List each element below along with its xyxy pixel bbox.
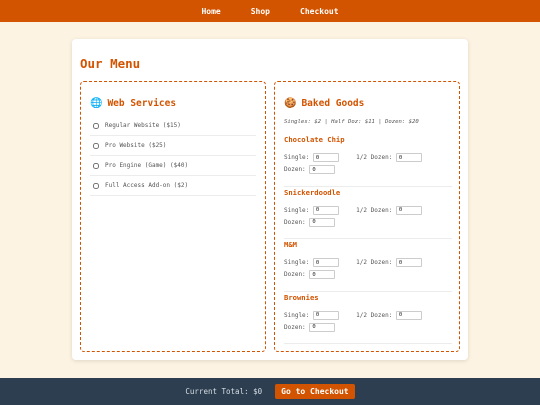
single-quantity-input[interactable]: [312, 258, 339, 267]
single-quantity-input[interactable]: [312, 153, 339, 162]
single-quantity-input[interactable]: [312, 205, 339, 215]
web-services-list: Regular Website ($15) Pro Website ($25) …: [90, 116, 256, 196]
dozen-label: Dozen:: [284, 271, 306, 278]
nav-home-link[interactable]: Home: [186, 7, 235, 16]
dozen-quantity-input[interactable]: [309, 270, 336, 279]
dozen-label: Dozen:: [284, 323, 306, 331]
half-dozen-label: 1/2 Dozen:: [356, 259, 393, 266]
product-chocolate-chip: Chocolate Chip Single: 1/2 Dozen: Dozen:: [284, 134, 452, 187]
quantity-row: Single: 1/2 Dozen: Dozen:: [284, 257, 452, 281]
checkout-bar: Current Total: $0 Go to Checkout: [0, 378, 540, 405]
product-list: Chocolate Chip Single: 1/2 Dozen: Dozen:…: [284, 134, 452, 344]
web-services-panel: 🌐 Web Services Regular Website ($15) Pro…: [80, 81, 266, 352]
go-to-checkout-button[interactable]: Go to Checkout: [275, 384, 355, 399]
single-label: Single:: [284, 259, 310, 266]
dozen-quantity-input[interactable]: [309, 165, 336, 174]
web-services-title: Web Services: [107, 98, 177, 109]
dozen-label: Dozen:: [284, 166, 306, 173]
quantity-row: Single: 1/2 Dozen: Dozen:: [284, 310, 452, 334]
quantity-row: Single: 1/2 Dozen: Dozen:: [284, 152, 452, 176]
service-label: Full Access Add-on ($2): [105, 182, 189, 189]
half-dozen-quantity-input[interactable]: [395, 205, 422, 215]
half-dozen-label: 1/2 Dozen:: [356, 206, 393, 214]
globe-icon: 🌐: [90, 97, 103, 109]
web-services-heading: 🌐 Web Services: [90, 98, 176, 109]
single-label: Single:: [284, 206, 310, 214]
price-list: Singles: $2 | Half Doz: $11 | Dozen: $20: [284, 119, 419, 125]
service-checkbox[interactable]: [93, 162, 99, 169]
half-dozen-quantity-input[interactable]: [395, 258, 422, 267]
baked-goods-panel: 🍪 Baked Goods Singles: $2 | Half Doz: $1…: [274, 81, 460, 352]
product-name: M&M: [284, 240, 297, 249]
service-item-pro-website[interactable]: Pro Website ($25): [90, 136, 256, 156]
service-checkbox[interactable]: [93, 122, 99, 129]
product-snickerdoodle: Snickerdoodle Single: 1/2 Dozen: Dozen:: [284, 187, 452, 239]
half-dozen-quantity-input[interactable]: [395, 310, 422, 320]
product-mm: M&M Single: 1/2 Dozen: Dozen:: [284, 239, 452, 292]
nav-checkout-link[interactable]: Checkout: [285, 7, 354, 16]
service-label: Regular Website ($15): [105, 122, 181, 129]
product-name: Brownies: [284, 292, 319, 302]
quantity-row: Single: 1/2 Dozen: Dozen:: [284, 205, 452, 229]
service-checkbox[interactable]: [93, 182, 99, 189]
half-dozen-label: 1/2 Dozen:: [356, 311, 393, 319]
product-name: Chocolate Chip: [284, 135, 345, 144]
single-quantity-input[interactable]: [312, 310, 339, 320]
dozen-quantity-input[interactable]: [309, 217, 336, 227]
dozen-quantity-input[interactable]: [309, 322, 336, 332]
product-name: Snickerdoodle: [284, 187, 341, 197]
service-item-full-access-addon[interactable]: Full Access Add-on ($2): [90, 176, 256, 196]
service-checkbox[interactable]: [93, 142, 99, 149]
single-label: Single:: [284, 154, 310, 161]
service-label: Pro Engine (Game) ($40): [105, 162, 189, 169]
half-dozen-label: 1/2 Dozen:: [356, 154, 393, 161]
service-item-pro-engine[interactable]: Pro Engine (Game) ($40): [90, 156, 256, 176]
single-label: Single:: [284, 311, 310, 319]
cookie-icon: 🍪: [284, 97, 297, 109]
current-total: Current Total: $0: [185, 387, 263, 396]
baked-goods-title: Baked Goods: [301, 98, 365, 109]
page-title: Our Menu: [80, 56, 141, 71]
service-label: Pro Website ($25): [105, 142, 167, 149]
product-brownies: Brownies Single: 1/2 Dozen: Dozen:: [284, 292, 452, 344]
dozen-label: Dozen:: [284, 218, 306, 226]
service-item-regular-website[interactable]: Regular Website ($15): [90, 116, 256, 136]
baked-goods-heading: 🍪 Baked Goods: [284, 98, 364, 109]
top-nav: Home Shop Checkout: [0, 0, 540, 22]
menu-card: Our Menu 🌐 Web Services Regular Website …: [72, 39, 468, 360]
half-dozen-quantity-input[interactable]: [395, 153, 422, 162]
nav-shop-link[interactable]: Shop: [236, 7, 285, 16]
